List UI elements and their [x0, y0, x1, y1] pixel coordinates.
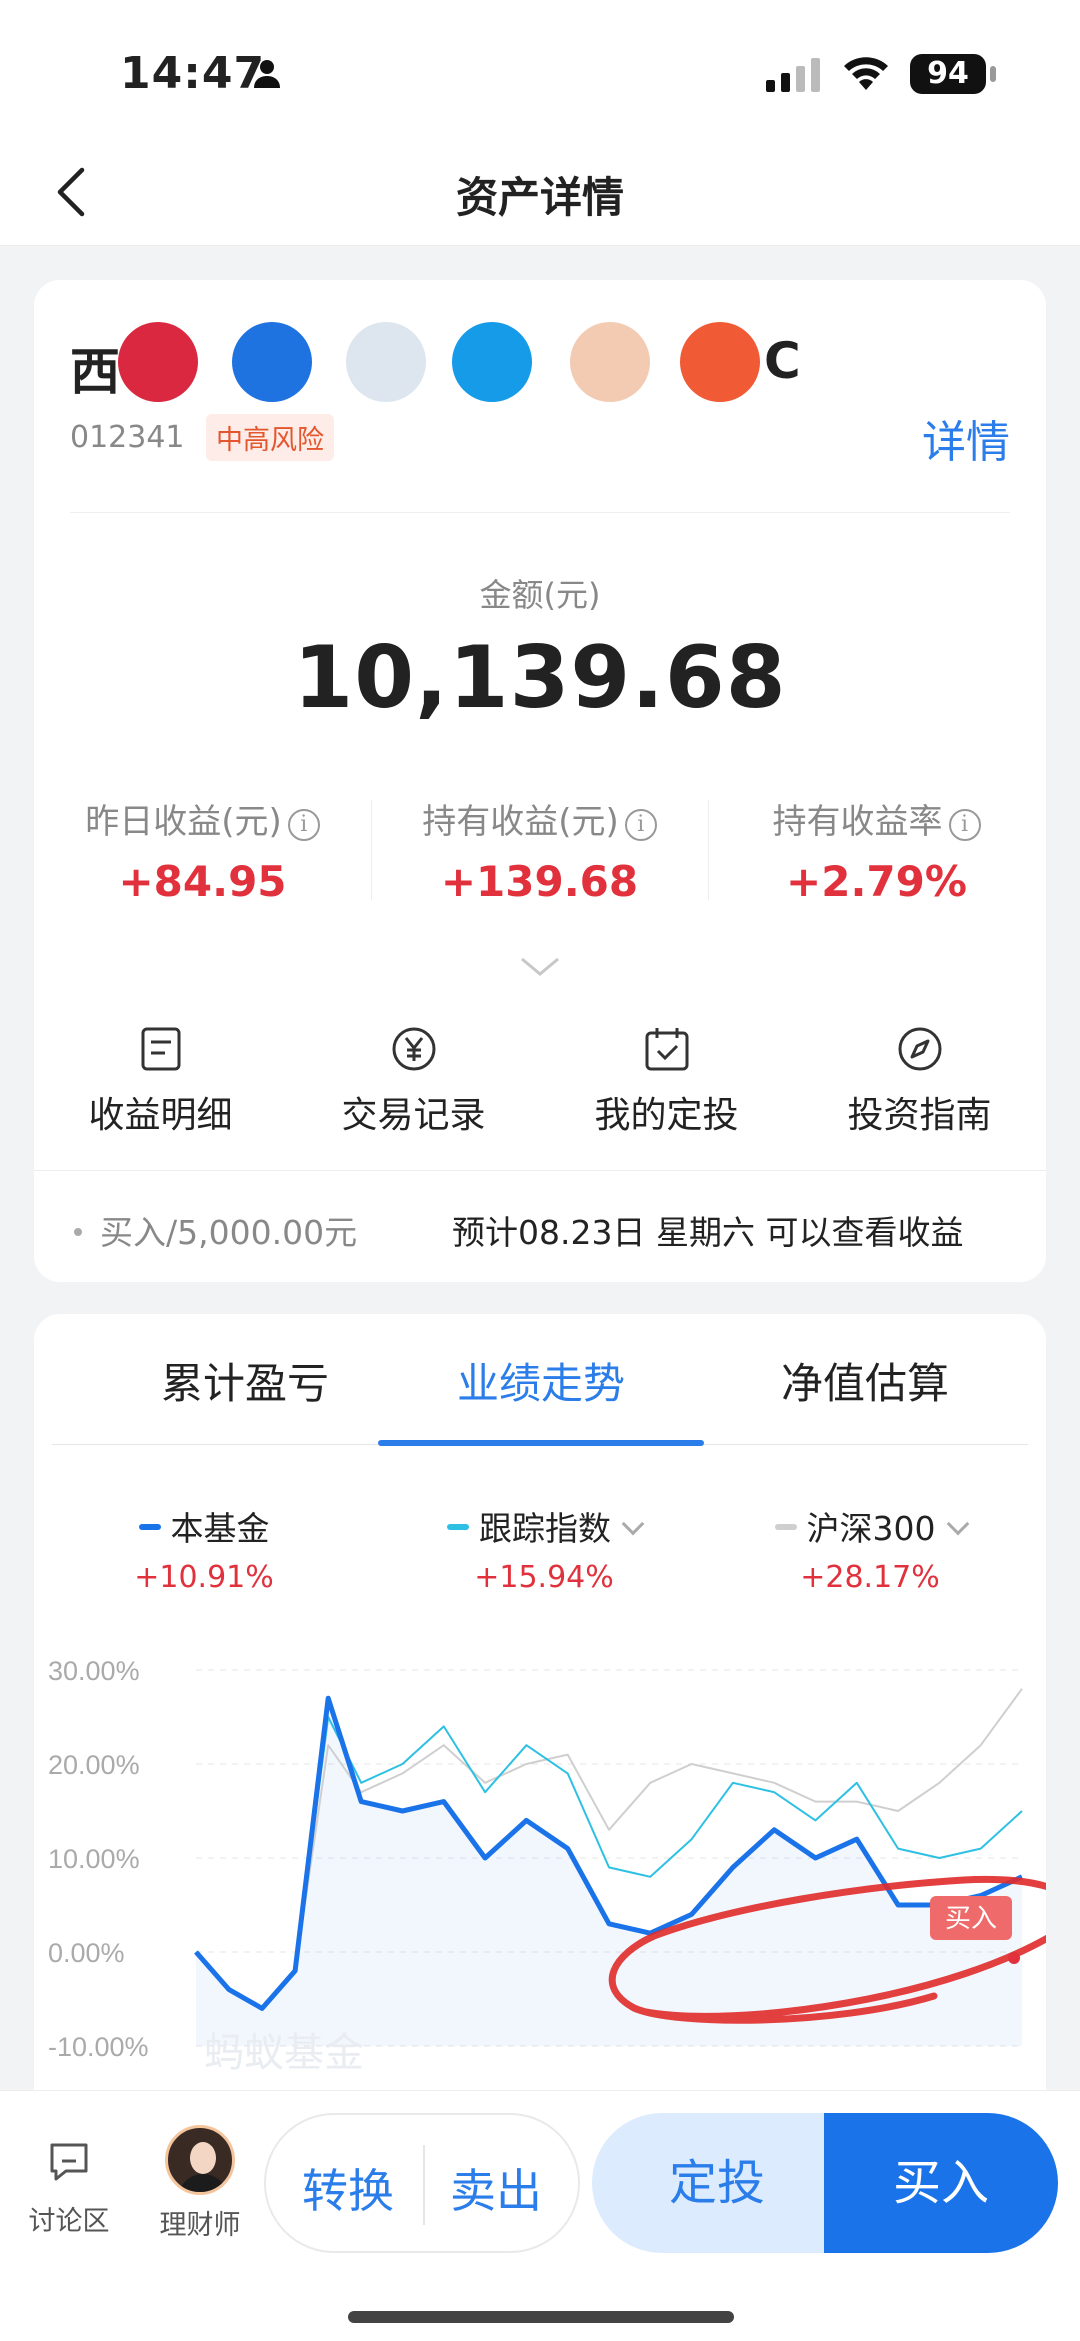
- legend-fund: 本基金 +10.91%: [104, 1502, 304, 1595]
- switch-button[interactable]: 转换: [302, 2155, 394, 2221]
- y-tick-label: 20.00%: [48, 1750, 140, 1780]
- performance-chart[interactable]: 30.00% 20.00% 10.00% 0.00% -10.00% 蚂蚁基金 买入: [34, 1636, 1046, 2106]
- legend-swatch: [774, 1524, 797, 1530]
- legend-label: 沪深300: [806, 1509, 936, 1548]
- battery-tip: [990, 66, 996, 82]
- stat-label: 昨日收益(元): [85, 802, 282, 842]
- tab-nav-estimate[interactable]: 净值估算: [700, 1350, 1030, 1411]
- asset-card: 西 C 012341 中高风险 详情 金额(元) 10,139.68 昨日收益(…: [34, 280, 1046, 1282]
- chevron-down-icon[interactable]: [946, 1512, 969, 1536]
- info-icon[interactable]: i: [624, 809, 657, 841]
- risk-badge: 中高风险: [206, 414, 334, 461]
- action-label: 投资指南: [847, 1095, 992, 1136]
- chevron-down-icon[interactable]: [621, 1512, 645, 1536]
- action-label: 我的定投: [594, 1095, 739, 1136]
- buy-button[interactable]: 买入: [824, 2113, 1058, 2253]
- auto-invest-button[interactable]: 定投: [592, 2113, 842, 2253]
- redaction-blob: [570, 322, 650, 402]
- action-label: 交易记录: [341, 1095, 486, 1136]
- detail-link[interactable]: 详情: [922, 406, 1010, 470]
- action-label: 收益明细: [88, 1095, 233, 1136]
- chart-y-axis: 30.00% 20.00% 10.00% 0.00% -10.00%: [48, 1656, 149, 2062]
- action-my-auto-invest[interactable]: 我的定投: [540, 1026, 793, 1138]
- stat-rate: 持有收益率 i +2.79%: [708, 794, 1045, 906]
- legend-value: +15.94%: [474, 1560, 614, 1595]
- document-icon: [141, 1027, 180, 1071]
- avatar: [165, 2125, 235, 2195]
- buy-marker-label: 买入: [945, 1903, 997, 1933]
- bullet-dot: [74, 1228, 82, 1236]
- y-tick-label: -10.00%: [48, 2032, 149, 2062]
- wifi-icon: [844, 57, 888, 90]
- stat-label: 持有收益(元): [422, 802, 619, 842]
- buy-note-text: 买入/5,000.00元: [100, 1213, 358, 1252]
- active-tab-indicator: [378, 1440, 704, 1446]
- discuss-label: 讨论区: [28, 2206, 110, 2237]
- chevron-down-icon[interactable]: [520, 956, 560, 978]
- person-icon: [254, 60, 280, 88]
- legend-swatch: [138, 1524, 161, 1530]
- stat-yesterday: 昨日收益(元) i +84.95: [34, 794, 371, 906]
- action-trade-records[interactable]: 交易记录: [287, 1026, 540, 1138]
- stat-value: +139.68: [440, 857, 639, 906]
- stat-value: +84.95: [118, 857, 287, 906]
- redaction-blob: [680, 322, 760, 402]
- legend-value: +10.91%: [134, 1560, 274, 1595]
- stat-holding: 持有收益(元) i +139.68: [371, 794, 708, 906]
- redaction-blob: [118, 322, 198, 402]
- home-indicator: [348, 2311, 734, 2323]
- legend-value: +28.17%: [800, 1560, 940, 1595]
- tab-cumulative-pnl[interactable]: 累计盈亏: [80, 1350, 410, 1411]
- advisor-label: 理财师: [159, 2210, 241, 2241]
- legend-swatch: [447, 1524, 469, 1530]
- stat-value: +2.79%: [786, 857, 967, 906]
- legend-tracking-index[interactable]: 跟踪指数 +15.94%: [424, 1502, 664, 1595]
- compass-icon: [898, 1027, 941, 1071]
- divider: [423, 2145, 425, 2225]
- buy-note: 买入/5,000.00元: [74, 1206, 357, 1254]
- sell-button[interactable]: 卖出: [450, 2155, 542, 2221]
- amount-value: 10,139.68: [293, 628, 787, 728]
- chart-watermark: 蚂蚁基金: [204, 2031, 364, 2075]
- expected-income-note: 预计08.23日 星期六 可以查看收益: [452, 1213, 964, 1252]
- switch-sell-group: 转换 卖出: [264, 2113, 580, 2253]
- fund-name-start: 西: [70, 343, 120, 401]
- y-tick-label: 10.00%: [48, 1844, 140, 1874]
- chat-bubble-icon: [50, 2143, 88, 2181]
- divider: [34, 1170, 1046, 1171]
- info-icon[interactable]: i: [287, 809, 320, 841]
- tab-performance-trend[interactable]: 业绩走势: [376, 1350, 706, 1411]
- discuss-button[interactable]: 讨论区: [24, 2135, 114, 2238]
- action-income-detail[interactable]: 收益明细: [34, 1026, 287, 1138]
- legend-label: 跟踪指数: [479, 1509, 611, 1548]
- fund-name-end: C: [764, 332, 801, 390]
- battery-indicator: 94: [910, 54, 986, 94]
- stat-label: 持有收益率: [772, 802, 943, 842]
- status-time: 14:47: [120, 48, 266, 99]
- info-icon[interactable]: i: [948, 809, 981, 841]
- legend-label: 本基金: [170, 1509, 270, 1548]
- bottom-action-bar: 讨论区 理财师 转换 卖出 定投 买入: [0, 2090, 1080, 2341]
- legend-csi300[interactable]: 沪深300 +28.17%: [750, 1502, 990, 1595]
- status-bar: 14:47 94: [0, 0, 1080, 140]
- action-invest-guide[interactable]: 投资指南: [793, 1026, 1046, 1138]
- y-tick-label: 0.00%: [48, 1938, 125, 1968]
- divider: [70, 512, 1010, 513]
- signal-icon: [766, 58, 820, 92]
- y-tick-label: 30.00%: [48, 1656, 140, 1686]
- redaction-blob: [346, 322, 426, 402]
- fund-code: 012341: [70, 420, 185, 455]
- redaction-blob: [232, 322, 312, 402]
- amount-label: 金额(元): [479, 576, 601, 614]
- advisor-button[interactable]: 理财师: [150, 2125, 250, 2242]
- redaction-blob: [452, 322, 532, 402]
- nav-bar: 资产详情: [0, 140, 1080, 246]
- page-title: 资产详情: [455, 173, 624, 222]
- yen-circle-icon: [392, 1027, 435, 1071]
- calendar-check-icon: [645, 1028, 688, 1071]
